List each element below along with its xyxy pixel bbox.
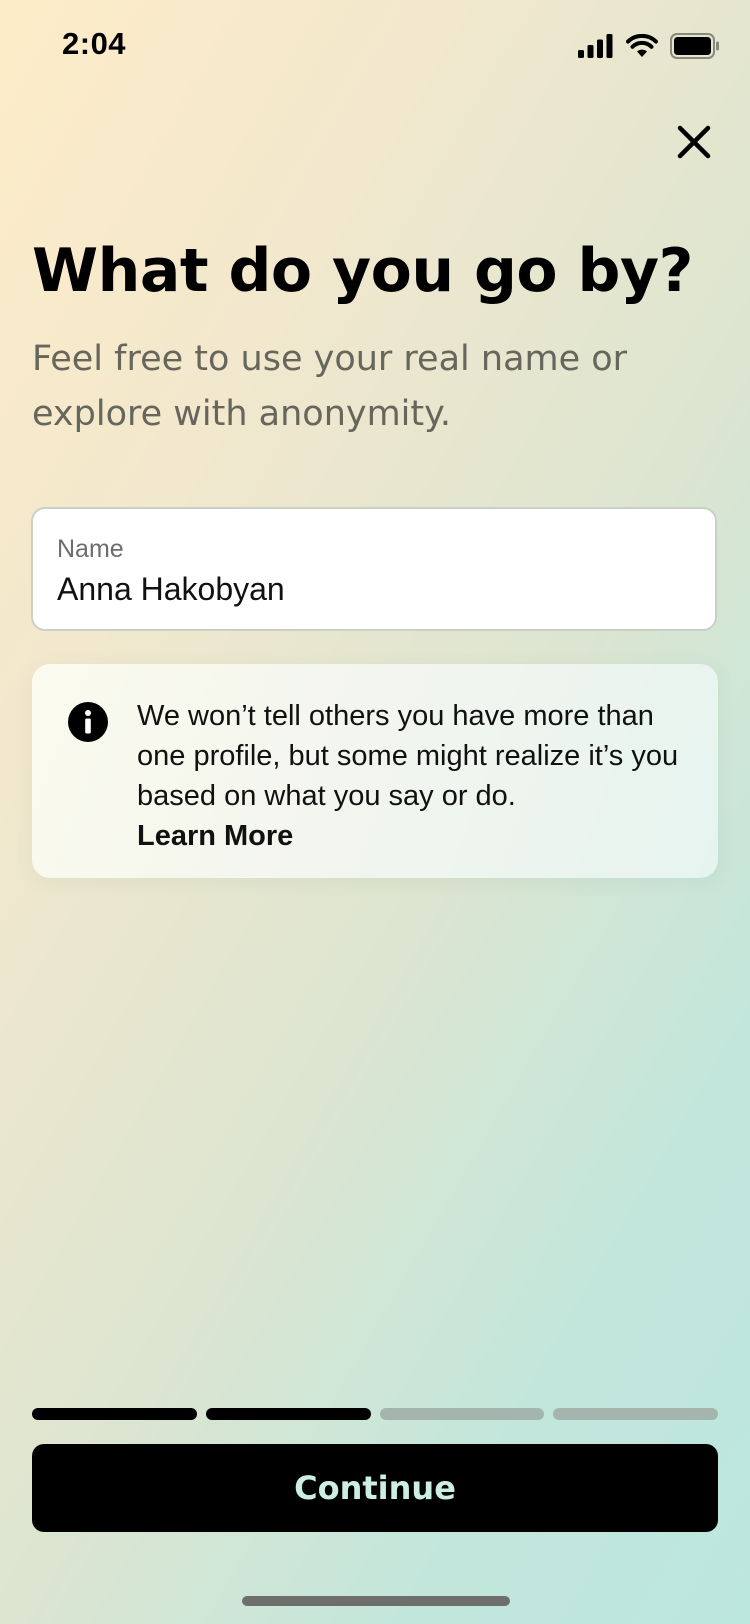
name-field-label: Name xyxy=(57,535,124,563)
name-field[interactable]: Name xyxy=(31,507,717,631)
close-icon xyxy=(677,125,711,159)
info-message: We won’t tell others you have more than … xyxy=(137,700,679,812)
progress-step-1 xyxy=(32,1408,197,1420)
name-input[interactable] xyxy=(57,571,687,608)
progress-indicator xyxy=(32,1408,718,1420)
status-icons xyxy=(578,30,720,62)
close-button[interactable] xyxy=(668,116,720,168)
progress-step-3 xyxy=(379,1408,545,1420)
info-card: We won’t tell others you have more than … xyxy=(32,664,718,878)
learn-more-link[interactable]: Learn More xyxy=(137,816,697,856)
page-subtitle: Feel free to use your real name or explo… xyxy=(32,339,628,434)
progress-step-4 xyxy=(553,1408,718,1420)
home-indicator xyxy=(242,1596,510,1606)
page-title: What do you go by? xyxy=(32,236,693,306)
info-icon xyxy=(68,702,108,742)
battery-icon xyxy=(670,33,719,59)
status-time: 2:04 xyxy=(62,26,127,61)
wifi-icon xyxy=(626,34,658,57)
status-bar: 2:04 xyxy=(0,0,750,92)
cellular-signal-icon xyxy=(578,34,613,58)
continue-button[interactable]: Continue xyxy=(32,1444,718,1532)
progress-step-2 xyxy=(205,1408,371,1420)
info-text: We won’t tell others you have more than … xyxy=(137,696,697,856)
